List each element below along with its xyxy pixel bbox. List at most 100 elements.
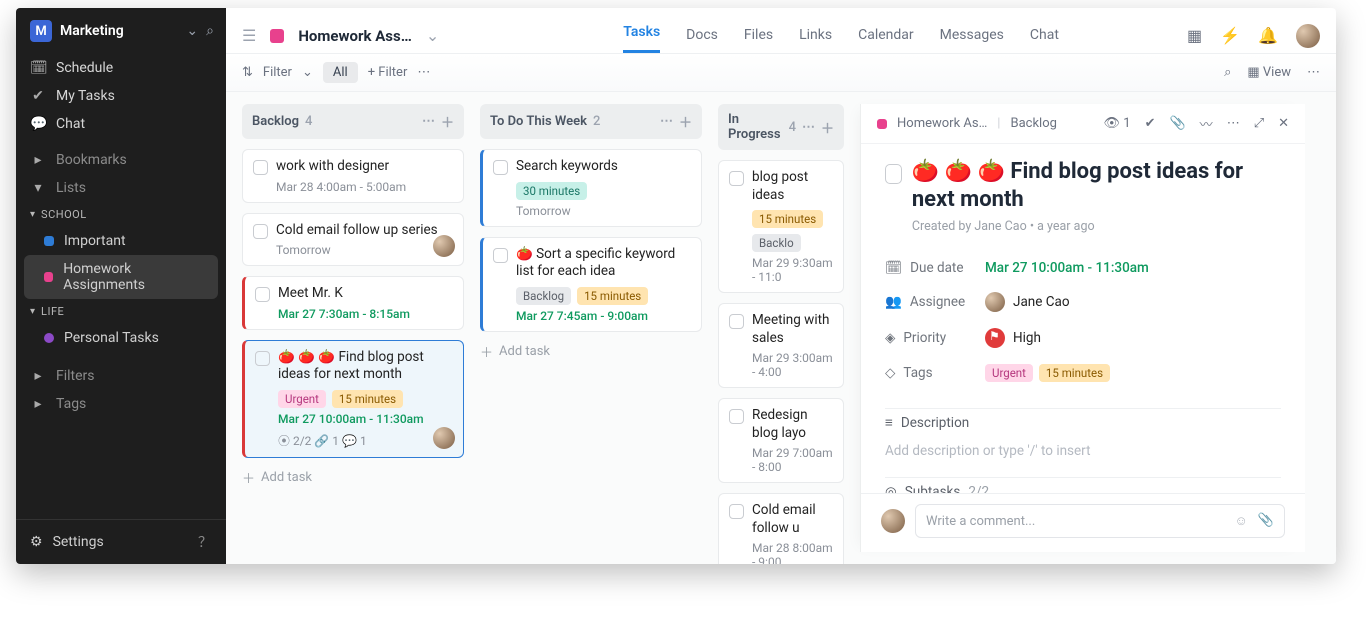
checkbox[interactable] [729, 171, 744, 186]
tab-links[interactable]: Links [799, 27, 832, 53]
task-card[interactable]: Search keywords30 minutesTomorrow [480, 149, 702, 227]
column-header[interactable]: To Do This Week2⋯＋ [480, 104, 702, 139]
column-header[interactable]: Backlog4⋯＋ [242, 104, 464, 139]
nav-my-tasks[interactable]: ✔My Tasks [16, 82, 226, 110]
attachment-icon[interactable]: 📎 [1169, 116, 1185, 131]
checkbox[interactable] [255, 351, 270, 366]
breadcrumb-list[interactable]: Homework As… [897, 116, 987, 131]
more-icon[interactable]: ⋯ [422, 114, 435, 129]
nav-label: Filters [56, 368, 95, 384]
checkbox[interactable] [729, 504, 744, 519]
section-school[interactable]: ▾SCHOOL [16, 202, 226, 227]
page-title[interactable]: Homework Ass… [298, 27, 411, 45]
tab-chat[interactable]: Chat [1030, 27, 1059, 53]
chevron-down-icon[interactable]: ⌄ [426, 26, 439, 45]
field-priority[interactable]: ◈Priority High [885, 320, 1281, 356]
checkbox[interactable] [255, 287, 270, 302]
search-icon[interactable]: ⌕ [1224, 65, 1231, 80]
activity-icon[interactable]: 〰 [1200, 114, 1213, 133]
tag: 15 minutes [577, 287, 648, 305]
task-card[interactable]: Meeting with sales Mar 29 3:00am - 4:00 [718, 303, 844, 388]
menu-icon[interactable]: ☰ [242, 26, 256, 45]
add-task[interactable]: ＋Add task [480, 342, 702, 361]
checkbox[interactable] [729, 314, 744, 329]
column-header[interactable]: In Progress4⋯＋ [718, 104, 844, 150]
attachment-icon[interactable]: 📎 [1258, 513, 1274, 529]
task-card[interactable]: Redesign blog layoMar 29 7:00am - 8:00 [718, 398, 844, 483]
chevron-down-icon[interactable]: ⌄ [302, 65, 313, 80]
tab-messages[interactable]: Messages [940, 27, 1004, 53]
card-title: Meeting with sales [752, 312, 833, 347]
field-due-date[interactable]: 🗓Due date Mar 27 10:00am - 11:30am [885, 252, 1281, 284]
bell-icon[interactable]: 🔔 [1258, 26, 1278, 45]
list-item-important[interactable]: Important [16, 227, 226, 255]
field-tags[interactable]: ◇Tags Urgent15 minutes [885, 356, 1281, 390]
field-label: Priority [903, 330, 946, 346]
nav-lists[interactable]: ▾Lists [16, 174, 226, 202]
search-icon[interactable]: ⌕ [206, 23, 214, 39]
task-title[interactable]: 🍅 🍅 🍅 Find blog post ideas for next mont… [912, 158, 1281, 213]
emoji-icon[interactable]: ☺ [1235, 513, 1248, 529]
filter-label[interactable]: Filter [263, 65, 292, 80]
complete-icon[interactable]: ✔ [1145, 116, 1156, 131]
card-title: Redesign blog layo [752, 407, 833, 442]
task-card[interactable]: blog post ideas15 minutesBackloMar 29 9:… [718, 160, 844, 293]
breadcrumb-column[interactable]: Backlog [1010, 116, 1056, 131]
section-life[interactable]: ▾LIFE [16, 299, 226, 324]
nav-filters[interactable]: ▸Filters [16, 362, 226, 390]
bolt-icon[interactable]: ⚡ [1220, 26, 1240, 45]
checkbox[interactable] [253, 224, 268, 239]
task-card[interactable]: 🍅 🍅 🍅 Find blog post ideas for next mont… [242, 340, 464, 458]
checkbox[interactable] [493, 160, 508, 175]
checkbox[interactable] [729, 409, 744, 424]
tab-files[interactable]: Files [744, 27, 773, 53]
task-card[interactable]: Cold email follow up seriesTomorrow [242, 213, 464, 267]
plus-icon[interactable]: ＋ [821, 118, 834, 137]
plus-icon[interactable]: ＋ [441, 112, 454, 131]
nav-bookmarks[interactable]: ▸Bookmarks [16, 146, 226, 174]
tag[interactable]: 15 minutes [1039, 364, 1110, 382]
description-input[interactable]: Add description or type '/' to insert [885, 443, 1281, 459]
more-icon[interactable]: ⋯ [1307, 65, 1320, 80]
list-item-homework[interactable]: Homework Assignments [24, 255, 218, 299]
watchers-icon[interactable]: 👁 1 [1104, 116, 1131, 131]
tag[interactable]: Urgent [985, 364, 1033, 382]
apps-icon[interactable]: ▦ [1187, 26, 1202, 45]
workspace-switcher[interactable]: M Marketing ⌄ ⌕ [16, 8, 226, 54]
avatar[interactable] [1296, 24, 1320, 48]
tag: 15 minutes [332, 390, 403, 408]
field-assignee[interactable]: 👥Assignee Jane Cao [885, 284, 1281, 320]
task-card[interactable]: Meet Mr. KMar 27 7:30am - 8:15am [242, 276, 464, 330]
filter-chip-all[interactable]: All [323, 62, 358, 83]
nav-schedule[interactable]: 🗓Schedule [16, 54, 226, 82]
nav-settings[interactable]: ⚙ Settings ？ [16, 520, 226, 564]
card-meta: Mar 29 3:00am - 4:00 [752, 351, 833, 379]
checkbox[interactable] [253, 160, 268, 175]
help-icon[interactable]: ？ [198, 532, 212, 552]
tab-calendar[interactable]: Calendar [858, 27, 914, 53]
task-complete-checkbox[interactable] [885, 164, 902, 184]
add-task[interactable]: ＋Add task [242, 468, 464, 487]
more-icon[interactable]: ⋯ [802, 120, 815, 135]
tab-docs[interactable]: Docs [686, 27, 718, 53]
nav-chat[interactable]: 💬Chat [16, 110, 226, 138]
nav-label: Bookmarks [56, 152, 127, 168]
task-card[interactable]: 🍅 Sort a specific keyword list for each … [480, 237, 702, 332]
task-card[interactable]: work with designerMar 28 4:00am - 5:00am [242, 149, 464, 203]
list-item-personal[interactable]: Personal Tasks [16, 324, 226, 352]
close-icon[interactable]: ✕ [1278, 116, 1289, 131]
more-icon[interactable]: ⋯ [660, 114, 673, 129]
sidebar-bottom: ⚙ Settings ？ [16, 519, 226, 564]
more-icon[interactable]: ⋯ [1227, 116, 1240, 131]
nav-tags[interactable]: ▸Tags [16, 390, 226, 418]
comment-input[interactable]: Write a comment... ☺📎 [915, 504, 1285, 538]
comment-bar: Write a comment... ☺📎 [861, 493, 1305, 552]
checkbox[interactable] [493, 248, 508, 263]
more-icon[interactable]: ⋯ [417, 65, 430, 80]
task-card[interactable]: Cold email follow uMar 28 8:00am - 9:00 [718, 493, 844, 564]
tab-tasks[interactable]: Tasks [623, 24, 660, 53]
expand-icon[interactable]: ⤢ [1254, 116, 1264, 131]
view-switcher[interactable]: ▦ View [1247, 65, 1291, 80]
add-filter[interactable]: + Filter [368, 65, 408, 80]
plus-icon[interactable]: ＋ [679, 112, 692, 131]
